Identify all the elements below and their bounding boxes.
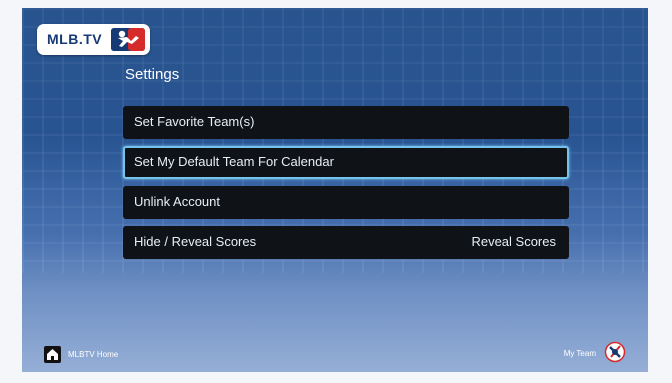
menu-item-set-favorite-teams[interactable]: Set Favorite Team(s) [123, 106, 569, 139]
menu-item-label: Hide / Reveal Scores [134, 234, 257, 249]
menu-item-label: Set My Default Team For Calendar [134, 154, 334, 169]
home-icon-box [44, 346, 61, 363]
home-icon [47, 349, 58, 360]
page-title: Settings [125, 66, 180, 83]
screen-background: MLB.TV Settings Set Favorite Team(s) Set… [0, 0, 672, 383]
team-logo-icon [604, 341, 626, 363]
menu-item-label: Unlink Account [134, 194, 220, 209]
mlb-logo-icon [111, 28, 145, 51]
logo-text: MLB.TV [47, 31, 103, 47]
menu-item-value: Reveal Scores [471, 234, 556, 249]
my-team-label: My Team [563, 349, 596, 358]
mlb-tv-logo: MLB.TV [37, 24, 150, 55]
app-window: MLB.TV Settings Set Favorite Team(s) Set… [22, 8, 648, 372]
menu-item-unlink-account[interactable]: Unlink Account [123, 186, 569, 219]
home-label: MLBTV Home [68, 350, 119, 359]
menu-item-label: Set Favorite Team(s) [134, 114, 255, 129]
menu-item-hide-reveal-scores[interactable]: Hide / Reveal Scores Reveal Scores [123, 226, 569, 259]
menu-item-set-default-team-calendar[interactable]: Set My Default Team For Calendar [123, 146, 569, 179]
settings-menu: Set Favorite Team(s) Set My Default Team… [123, 106, 569, 266]
